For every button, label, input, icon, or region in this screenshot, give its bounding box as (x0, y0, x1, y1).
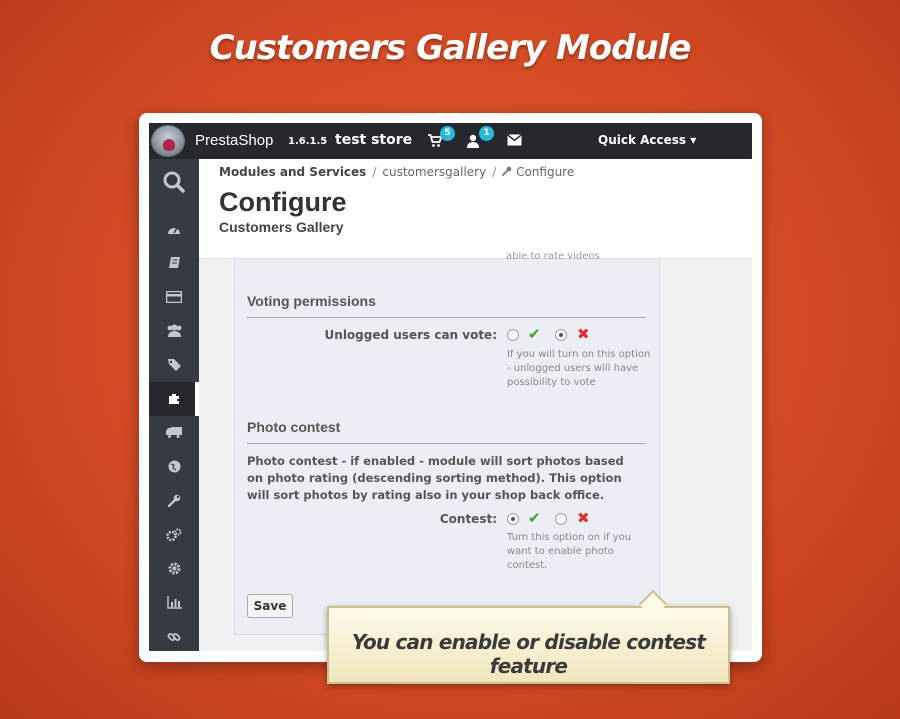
customers-icon[interactable] (149, 314, 199, 348)
save-button[interactable]: Save (247, 594, 293, 618)
link-icon[interactable] (149, 620, 199, 651)
quick-access-dropdown[interactable]: Quick Access ▾ (598, 133, 696, 147)
version-label: 1.6.1.5 (288, 136, 328, 147)
contest-description: Photo contest - if enabled - module will… (247, 454, 624, 502)
envelope-icon[interactable] (507, 134, 522, 149)
promo-headline: Customers Gallery Module (209, 28, 692, 68)
contest-no-radio[interactable] (555, 513, 567, 525)
catalog-icon[interactable] (149, 280, 199, 314)
contest-section-title: Photo contest (247, 419, 341, 435)
user-icon[interactable] (467, 134, 479, 151)
voting-section-rule (247, 317, 646, 318)
unlogged-vote-no-radio[interactable] (555, 329, 567, 341)
dashboard-icon[interactable] (149, 212, 199, 246)
brand-shop: Shop (238, 132, 274, 149)
truncated-help-text: able to rate videos (506, 251, 600, 262)
stats-icon[interactable] (149, 586, 199, 620)
contest-help: Turn this option on if you want to enabl… (507, 532, 632, 571)
customer-badge[interactable]: 1 (479, 126, 494, 141)
brand-name: PrestaShop (195, 132, 273, 149)
breadcrumb: Modules and Services / customersgallery / C… (219, 165, 574, 179)
store-name[interactable]: test store (335, 132, 412, 148)
cart-badge[interactable]: 5 (440, 126, 455, 141)
wrench-icon[interactable] (149, 484, 199, 518)
page-title: Configure (219, 187, 347, 217)
sidebar (149, 159, 199, 651)
wrench-small-icon (502, 165, 512, 179)
shipping-icon[interactable] (149, 416, 199, 450)
callout-text: You can enable or disable contest featur… (351, 630, 706, 678)
contest-label: Contest: (439, 512, 497, 526)
config-panel (234, 259, 660, 635)
unlogged-vote-help: If you will turn on this option - unlogg… (507, 349, 651, 388)
sidebar-search-icon[interactable] (149, 159, 199, 205)
breadcrumb-separator: / (492, 165, 497, 179)
prestashop-logo-icon[interactable] (151, 125, 185, 157)
gear-icon[interactable] (149, 552, 199, 586)
admin-screen: PrestaShop 1.6.1.5 test store 5 1 Quick … (149, 123, 752, 651)
modules-icon[interactable] (149, 382, 199, 416)
orders-icon[interactable] (149, 246, 199, 280)
cross-icon[interactable]: ✖ (577, 327, 590, 342)
globe-icon[interactable] (149, 450, 199, 484)
page-subtitle: Customers Gallery (219, 219, 344, 235)
check-icon[interactable]: ✔ (528, 511, 541, 526)
breadcrumb-configure: Configure (516, 165, 575, 179)
contest-yes-radio[interactable] (507, 513, 519, 525)
check-icon[interactable]: ✔ (528, 327, 541, 342)
voting-section-title: Voting permissions (247, 293, 376, 309)
contest-section-rule (247, 443, 646, 444)
brand-presta: Presta (195, 132, 239, 149)
top-bar: PrestaShop 1.6.1.5 test store 5 1 Quick … (149, 123, 752, 159)
unlogged-vote-label: Unlogged users can vote: (324, 328, 497, 342)
breadcrumb-customersgallery[interactable]: customersgallery (382, 165, 486, 179)
breadcrumb-separator: / (372, 165, 377, 179)
gears-icon[interactable] (149, 518, 199, 552)
breadcrumb-modules[interactable]: Modules and Services (219, 165, 366, 179)
price-rules-icon[interactable] (149, 348, 199, 382)
unlogged-vote-yes-radio[interactable] (507, 329, 519, 341)
cross-icon[interactable]: ✖ (577, 511, 590, 526)
